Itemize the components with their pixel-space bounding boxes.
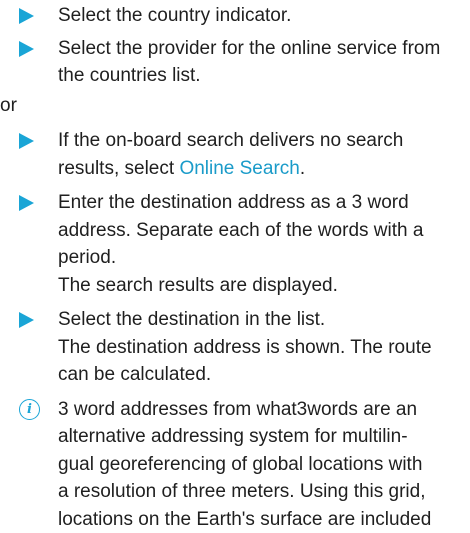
step-text: Select the provider for the online servi… <box>58 38 440 87</box>
step-result-text: The destination address is shown. The ro… <box>58 337 432 386</box>
step-select-country: Select the country indicator. <box>0 2 470 30</box>
info-icon: i <box>19 399 40 420</box>
note-line: alternative addressing system for multil… <box>58 423 470 451</box>
step-enter-address: Enter the destination address as a 3 wor… <box>0 189 470 299</box>
step-text: Select the country indicator. <box>58 5 291 26</box>
note-line: 3 word addresses from what3words are an <box>58 396 470 424</box>
note-line: locations on the Earth's surface are inc… <box>58 506 470 533</box>
note-line: a resolution of three meters. Using this… <box>58 478 470 506</box>
step-text-after: . <box>300 158 305 179</box>
step-online-search: If the on-board search delivers no searc… <box>0 127 470 182</box>
step-select-provider: Select the provider for the online servi… <box>0 35 470 90</box>
step-text: Select the destination in the list. <box>58 309 325 330</box>
step-arrow-icon <box>19 312 34 328</box>
or-separator: or <box>0 92 470 120</box>
step-select-destination: Select the destination in the list. The … <box>0 306 470 389</box>
step-text: Enter the destination address as a 3 wor… <box>58 192 423 268</box>
step-arrow-icon <box>19 8 34 24</box>
step-result-text: The search results are displayed. <box>58 275 338 296</box>
info-note: i 3 word addresses from what3words are a… <box>0 396 470 533</box>
online-search-link[interactable]: Online Search <box>179 158 299 179</box>
note-line: gual georeferencing of global locations … <box>58 451 470 479</box>
step-arrow-icon <box>19 133 34 149</box>
instruction-page: Select the country indicator. Select the… <box>0 0 470 533</box>
step-arrow-icon <box>19 195 34 211</box>
step-arrow-icon <box>19 41 34 57</box>
